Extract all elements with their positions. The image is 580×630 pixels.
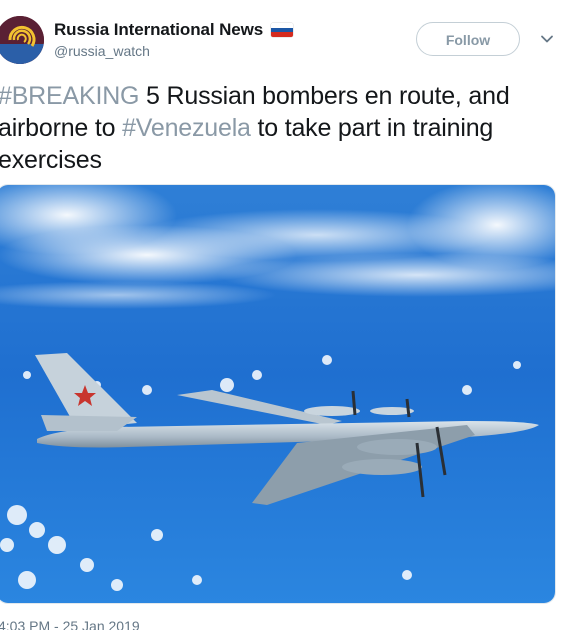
display-name[interactable]: Russia International News — [54, 20, 263, 40]
russia-flag-icon — [271, 23, 294, 37]
tweet-text: #BREAKING 5 Russian bombers en route, an… — [0, 80, 573, 176]
name-row: Russia International News — [54, 20, 294, 40]
hashtag-link[interactable]: #Venezuela — [122, 114, 251, 142]
avatar[interactable] — [0, 16, 44, 64]
hashtag-link[interactable]: #BREAKING — [0, 82, 140, 110]
tweet-photo[interactable] — [0, 184, 556, 604]
follow-button[interactable]: Follow — [416, 22, 520, 56]
avatar-logo-icon — [0, 16, 44, 64]
tweet-timestamp[interactable]: 4:03 PM - 25 Jan 2019 — [0, 618, 140, 630]
chevron-down-icon[interactable] — [540, 32, 554, 46]
bomber-aircraft-photo — [0, 185, 555, 603]
tweet-card: Russia International News @russia_watch … — [0, 0, 580, 630]
account-handle[interactable]: @russia_watch — [54, 43, 150, 59]
